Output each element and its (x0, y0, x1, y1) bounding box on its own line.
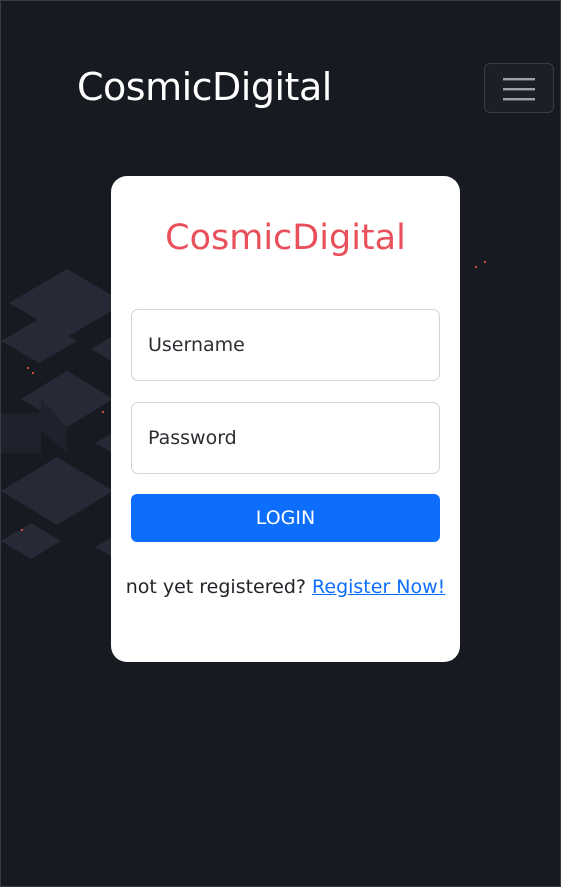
register-now-link[interactable]: Register Now! (312, 576, 445, 598)
login-button[interactable]: LOGIN (131, 494, 440, 542)
login-card: CosmicDigital LOGIN not yet registered? … (111, 176, 460, 662)
password-input[interactable] (131, 402, 440, 474)
hamburger-menu-icon (503, 78, 535, 101)
register-row: not yet registered? Register Now! (111, 576, 460, 598)
page: CosmicDigital CosmicDigital LOGIN not ye… (0, 0, 561, 887)
username-input[interactable] (131, 309, 440, 381)
navbar-brand[interactable]: CosmicDigital (77, 65, 332, 109)
navbar: CosmicDigital (1, 1, 560, 151)
login-card-title: CosmicDigital (165, 218, 406, 258)
navbar-toggler-button[interactable] (484, 63, 554, 113)
register-prompt: not yet registered? (125, 576, 306, 598)
